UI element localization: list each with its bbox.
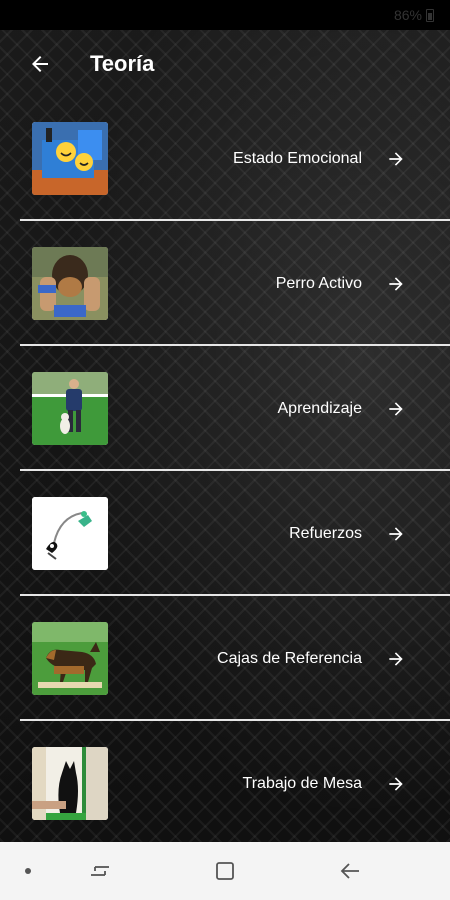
battery-icon (426, 8, 434, 22)
reinforcements-image (32, 497, 108, 570)
home-icon (216, 862, 234, 880)
reference-boxes-image (32, 622, 108, 695)
item-label: Refuerzos (289, 524, 362, 542)
arrow-forward-icon (389, 651, 403, 666)
arrow-forward-icon (389, 776, 403, 791)
emotional-state-image (32, 122, 108, 195)
learning-image (32, 372, 108, 445)
home-button[interactable] (207, 842, 243, 900)
active-dog-image (32, 247, 108, 320)
item-label: Estado Emocional (233, 149, 362, 167)
status-bar: 86% (0, 0, 450, 30)
arrow-back-icon (32, 56, 48, 72)
list-item-cajas-de-referencia[interactable]: Cajas de Referencia (0, 596, 450, 721)
list-item-aprendizaje[interactable]: Aprendizaje (0, 346, 450, 471)
list-item-refuerzos[interactable]: Refuerzos (0, 471, 450, 596)
arrow-forward-icon (389, 526, 403, 541)
recent-apps-icon (91, 866, 109, 876)
battery-text: 86% (393, 7, 422, 23)
page-title: Teoría (90, 51, 155, 76)
back-button[interactable] (20, 44, 60, 84)
arrow-forward-icon (389, 151, 403, 166)
item-label: Perro Activo (275, 274, 362, 292)
dot-icon (25, 868, 31, 874)
list-item-perro-activo[interactable]: Perro Activo (0, 221, 450, 346)
item-label: Aprendizaje (277, 399, 363, 417)
recent-apps-button[interactable] (82, 842, 118, 900)
navigation-bar (0, 842, 450, 900)
system-back-button[interactable] (332, 842, 368, 900)
app-bar: Teoría (0, 30, 450, 98)
arrow-forward-icon (389, 276, 403, 291)
item-label: Cajas de Referencia (217, 649, 362, 667)
table-work-image (32, 747, 108, 820)
back-icon (340, 863, 359, 879)
screen-background: 86% Teoría Estado Emocional Perro Activo… (0, 0, 450, 900)
topic-list: Estado Emocional Perro Activo Aprendizaj… (0, 96, 450, 846)
arrow-forward-icon (389, 401, 403, 416)
item-label: Trabajo de Mesa (242, 774, 362, 792)
list-item-trabajo-de-mesa[interactable]: Trabajo de Mesa (0, 721, 450, 846)
dot-button[interactable] (16, 842, 40, 900)
list-item-estado-emocional[interactable]: Estado Emocional (0, 96, 450, 221)
